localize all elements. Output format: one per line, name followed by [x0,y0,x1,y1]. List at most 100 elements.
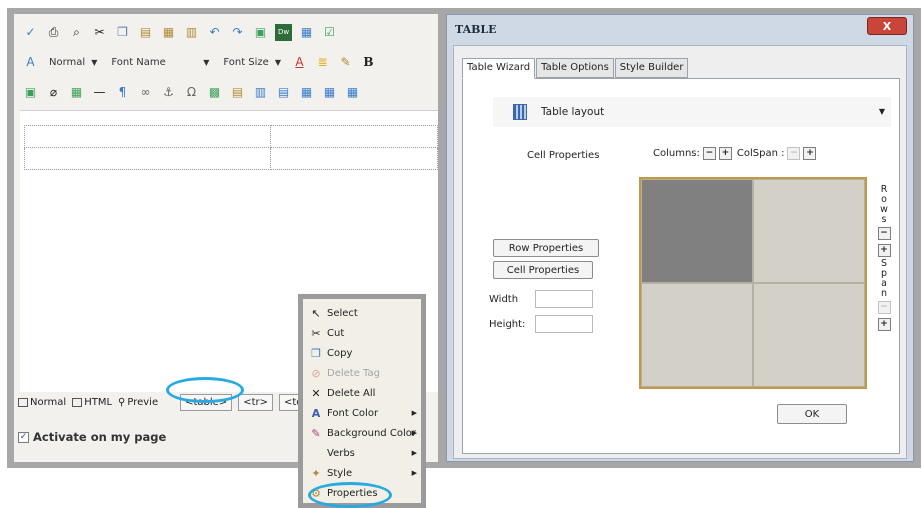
dialog-title: TABLE [455,23,497,36]
image-map-icon[interactable]: ▩ [206,84,223,101]
context-menu-panel: ↖ Select ✂ Cut ❐ Copy ⊘ Delete Tag ✕ Delete A… [303,299,421,503]
column-controls: Columns: − + ColSpan : − + [653,147,817,160]
submenu-arrow-icon: ▶ [411,469,417,477]
validate-icon[interactable]: ☑ [321,24,338,41]
normal-view-tab[interactable]: Normal [18,397,66,408]
menu-item-background-color[interactable]: ✎ Background Color ▶ [303,423,421,443]
menu-item-label: Verbs [327,447,355,459]
table-properties-icon[interactable]: ▤ [275,84,292,101]
height-label: Height: [489,319,526,330]
format-select[interactable]: Normal ▼ [45,53,101,71]
template-icon[interactable]: ▣ [252,24,269,41]
delete-tag-icon: ⊘ [311,366,321,380]
menu-item-select[interactable]: ↖ Select [303,303,421,323]
preview-cell-selected[interactable] [641,179,753,283]
attach-icon[interactable]: ⌀ [45,84,62,101]
dialog-body: Table Wizard Table Options Style Builder… [453,45,907,459]
font-name-select[interactable]: Font Name ▼ [107,53,213,71]
menu-item-copy[interactable]: ❐ Copy [303,343,421,363]
brush-icon[interactable]: ✎ [337,54,354,71]
activate-option: ✓ Activate on my page [18,430,166,444]
tab-style-builder[interactable]: Style Builder [614,58,689,78]
font-color-icon[interactable]: A [291,54,308,71]
table-icon[interactable]: ▦ [298,84,315,101]
menu-item-verbs[interactable]: Verbs ▶ [303,443,421,463]
undo-icon[interactable]: ↶ [206,24,223,41]
table-cell[interactable] [270,147,438,170]
tab-table-wizard[interactable]: Table Wizard [462,58,536,79]
copy-icon[interactable]: ❐ [114,24,131,41]
rows-plus-button[interactable]: + [877,244,891,257]
close-button[interactable]: X [867,17,907,35]
paste-special-icon[interactable]: ▦ [160,24,177,41]
colspan-minus-button[interactable]: − [787,147,801,160]
table-cell[interactable] [24,125,271,148]
menu-item-cut[interactable]: ✂ Cut [303,323,421,343]
insert-image-icon[interactable]: ▣ [22,84,39,101]
menu-item-delete-all[interactable]: ✕ Delete All [303,383,421,403]
colspan-plus-button[interactable]: + [803,147,817,160]
paste-icon[interactable]: ▤ [137,24,154,41]
tag-tr-button[interactable]: <tr> [238,393,273,411]
bold-button[interactable]: B [360,54,377,71]
layer-icon[interactable]: ▤ [229,84,246,101]
dreamweaver-icon[interactable]: Dw [275,23,292,41]
scissors-icon: ✂ [311,326,321,340]
find-icon[interactable]: ⌕ [68,24,85,41]
preview-view-label: Previe [127,396,159,408]
preview-view-tab[interactable]: ⚲ Previe [118,397,158,408]
properties-highlight [308,482,392,508]
columns-plus-button[interactable]: + [718,147,732,160]
ok-button[interactable]: OK [777,404,847,424]
preview-cell[interactable] [753,179,865,283]
close-icon: X [882,19,892,33]
context-menu: ↖ Select ✂ Cut ❐ Copy ⊘ Delete Tag ✕ Delete A… [298,294,426,508]
preview-cell[interactable] [753,283,865,387]
paste-text-icon[interactable]: ▥ [183,24,200,41]
rowspan-plus-button[interactable]: + [877,318,891,331]
paint-brush-icon: ✎ [311,426,321,440]
insert-media-icon[interactable]: ▦ [68,84,85,101]
horizontal-rule-icon[interactable]: — [91,84,108,101]
insert-table-icon[interactable]: ▦ [321,84,338,101]
rowspan-minus-button[interactable]: − [877,301,891,314]
spellcheck-icon[interactable]: ✓ [22,24,39,41]
menu-item-label: Font Color [327,407,379,419]
rows-letter: s [881,214,887,225]
columns-minus-button[interactable]: − [702,147,716,160]
form-icon[interactable]: ▦ [298,24,315,41]
link-icon[interactable]: ∞ [137,84,154,101]
chevron-down-icon: ▼ [274,57,281,67]
rows-minus-button[interactable]: − [877,227,891,240]
cell-properties-button[interactable]: Cell Properties [493,261,593,279]
anchor-icon[interactable]: ⚓ [160,84,177,101]
table-layout-select[interactable]: Table layout ▼ [493,97,891,127]
snippet-icon[interactable]: ▥ [252,84,269,101]
chevron-down-icon: ▼ [91,57,98,67]
width-field[interactable] [535,290,593,308]
cut-icon[interactable]: ✂ [91,24,108,41]
format-icon[interactable]: A [22,54,39,71]
activate-checkbox[interactable]: ✓ [18,431,29,443]
table-wizard-pane: Table layout ▼ Cell Properties Columns: … [462,78,900,454]
height-field[interactable] [535,315,593,333]
menu-item-font-color[interactable]: A Font Color ▶ [303,403,421,423]
dialog-tabs: Table Wizard Table Options Style Builder [462,58,689,79]
colspan-label: ColSpan : [736,148,785,159]
merge-cells-icon[interactable]: ▦ [344,84,361,101]
html-view-icon [72,397,83,407]
symbol-icon[interactable]: Ω [183,84,200,101]
menu-item-style[interactable]: ✦ Style ▶ [303,463,421,483]
html-view-tab[interactable]: HTML [72,397,112,408]
font-size-select[interactable]: Font Size ▼ [219,53,285,71]
redo-icon[interactable]: ↷ [229,24,246,41]
table-cell[interactable] [24,147,271,170]
print-icon[interactable]: ⎙ [45,24,62,41]
row-properties-button[interactable]: Row Properties [493,239,599,257]
table-cell[interactable] [270,125,438,148]
tab-table-options[interactable]: Table Options [536,58,614,78]
preview-cell[interactable] [641,283,753,387]
highlight-color-icon[interactable]: ≣ [314,54,331,71]
paragraph-icon[interactable]: ¶ [114,84,131,101]
document-table[interactable] [24,125,438,170]
